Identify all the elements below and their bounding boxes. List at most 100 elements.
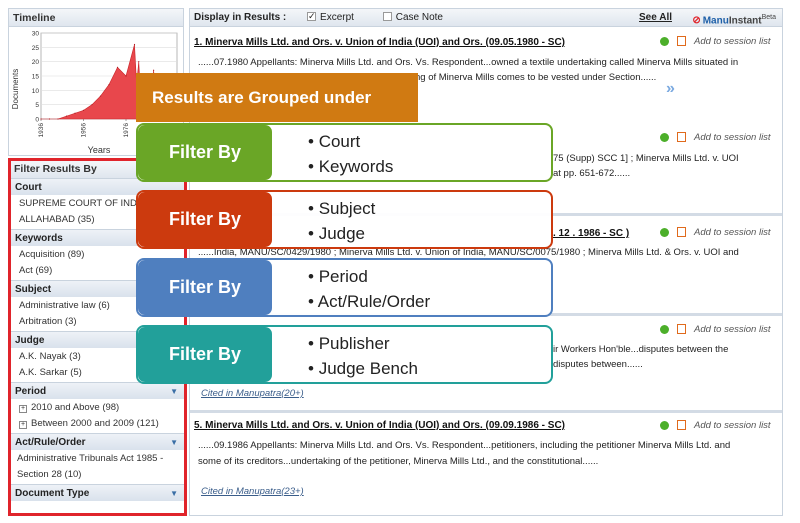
result-title-1[interactable]: 1. Minerva Mills Ltd. and Ors. v. Union … [194,37,565,48]
section-title: Document Type [15,488,90,499]
filter-item[interactable]: + Between 2000 and 2009 (121) [11,417,184,433]
filter-item[interactable]: Section 28 (10) [11,468,184,484]
result-divider [190,410,782,413]
collapse-arrow-icon[interactable]: ▼ [170,383,178,400]
session-control: Add to session list [660,227,771,238]
manuinstant-logo-icon: ⊘ [692,15,701,27]
chart-data-point [153,69,155,71]
case-note-checkbox[interactable] [382,11,392,21]
card-line-text: Subject [318,199,376,218]
card-line-text: Publisher [318,334,390,353]
excerpt-label: Excerpt [320,12,354,23]
cited-link[interactable]: Cited in Manupatra(23+) [201,486,304,497]
result-snippet: disputes between...... [553,359,643,370]
session-control: Add to session list [660,420,771,431]
chart-y-tick-label: 5 [35,102,39,109]
session-control: Add to session list [660,132,771,143]
group-banner: Results are Grouped under [136,73,418,122]
filter-item[interactable]: Administrative Tribunals Act 1985 - [11,450,184,468]
card-line-text: Act/Rule/Order [317,292,431,311]
add-session-link[interactable]: Add to session list [694,36,771,47]
filter-section-period[interactable]: Period ▼ [11,382,184,399]
chart-y-tick-label: 15 [32,74,40,81]
filter-section-document-type[interactable]: Document Type ▼ [11,484,184,501]
card-line-text: Court [318,132,361,151]
add-session-link[interactable]: Add to session list [694,132,771,143]
status-dot-icon [660,324,669,334]
result-snippet: at pp. 651-672...... [553,168,631,179]
chart-y-tick-label: 0 [35,117,39,124]
chart-data-point [125,75,127,77]
add-session-link[interactable]: Add to session list [694,324,771,335]
chart-data-point [57,118,59,120]
section-title: Keywords [15,233,63,244]
section-title: Period [15,386,47,397]
chart-data-point [116,66,119,68]
expand-icon[interactable]: + [19,421,27,429]
chart-data-point [48,118,51,120]
filter-card-publisher: Filter By • Publisher • Judge Bench [136,325,553,384]
page-icon[interactable] [677,36,686,47]
page-icon[interactable] [677,324,686,335]
section-title: Judge [15,335,45,346]
chart-data-point [40,118,42,120]
card-line: • Keywords [308,157,394,176]
filter-item-label: 2010 and Above (98) [31,402,120,413]
manuinstant-link[interactable]: ⊘ ManuInstantBeta [692,9,776,30]
chart-x-tick-label: 1956 [81,123,88,138]
chart-y-tick-label: 30 [32,31,40,38]
card-line: • Act/Rule/Order [308,292,431,311]
card-line-text: Period [318,267,368,286]
chart-data-point [74,112,76,114]
result-title-text: . 12 . 1986 - SC ) [553,228,630,239]
filter-section-act-rule-order[interactable]: Act/Rule/Order ▼ [11,433,184,450]
expand-icon[interactable]: + [19,405,27,413]
filter-item-label: Between 2000 and 2009 (121) [31,418,159,429]
excerpt-checkbox[interactable]: ✓ [307,11,317,21]
chart-ylabel: Documents [11,69,20,109]
add-session-link[interactable]: Add to session list [694,227,771,238]
chart-data-point [108,84,110,86]
collapse-arrow-icon[interactable]: ▼ [170,434,178,451]
card-label: Filter By [138,192,272,247]
chart-x-tick-label: 1976 [123,123,130,138]
add-session-link[interactable]: Add to session list [694,420,771,431]
card-lines: • Publisher • Judge Bench [308,331,418,381]
see-all-link[interactable]: See All [639,9,672,27]
chart-x-tick-label: 1936 [38,123,45,138]
chart-xlabel: Years [88,145,111,155]
collapse-arrow-icon[interactable]: ▼ [170,485,178,502]
section-title: Subject [15,284,52,295]
filter-item[interactable]: +2010 and Above (98) [11,399,184,417]
status-dot-icon [660,132,669,142]
cited-link[interactable]: Cited in Manupatra(20+) [201,388,304,399]
page-icon[interactable] [677,132,686,143]
more-chevron-icon[interactable]: » [666,80,675,98]
result-snippet: ......09.1986 Appellants: Minerva Mills … [198,440,731,451]
card-label: Filter By [138,260,272,315]
timeline-title: Timeline [9,9,183,27]
page-icon[interactable] [677,420,686,431]
chart-y-tick-label: 25 [32,45,40,52]
card-line-text: Judge [318,224,366,243]
status-dot-icon [660,227,669,237]
result-title-3[interactable]: . 12 . 1986 - SC ) [553,228,629,239]
result-title-5[interactable]: 5. Minerva Mills Ltd. and Ors. v. Union … [194,420,565,431]
page-icon[interactable] [677,227,686,238]
card-line-text: Judge Bench [318,359,418,378]
card-line: • Judge Bench [308,359,418,378]
result-snippet: 75 (Supp) SCC 1] ; Minerva Mills Ltd. v.… [553,153,739,164]
chart-data-point [138,61,140,63]
chart-data-point [133,43,136,46]
result-snippet: some of its creditors...undertaking of t… [198,456,599,467]
chart-data-point [82,109,85,111]
section-title: Court [15,182,42,193]
result-title-text: 1. Minerva Mills Ltd. and Ors. v. Union … [194,37,566,48]
chart-data-point [91,104,93,106]
results-toolbar: Display in Results : ✓ Excerpt Case Note … [190,9,782,27]
card-label: Filter By [138,125,272,180]
beta-badge: Beta [761,14,776,21]
filter-card-period: Filter By • Period • Act/Rule/Order [136,258,553,317]
card-lines: • Period • Act/Rule/Order [308,264,430,314]
case-note-label: Case Note [395,12,443,23]
